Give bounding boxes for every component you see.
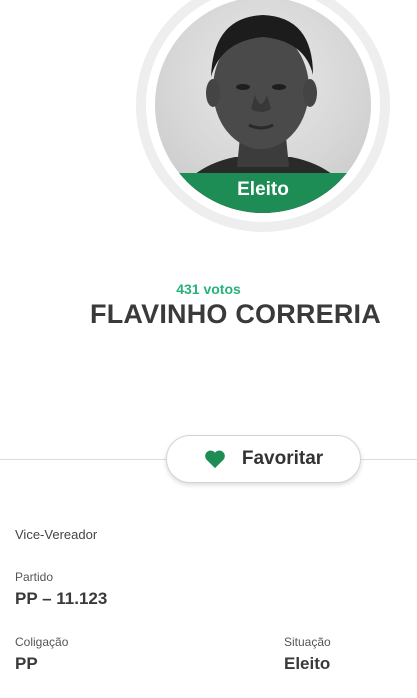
votes-count: 431 votos	[176, 281, 241, 297]
situation-label: Situação	[284, 635, 331, 649]
candidate-role: Vice-Vereador	[15, 527, 98, 542]
coalition-value: PP	[15, 654, 38, 673]
favorite-button[interactable]: Favoritar	[166, 435, 361, 483]
favorite-label: Favoritar	[241, 448, 324, 469]
candidate-name: FLAVINHO CORRERIA	[90, 299, 381, 329]
status-badge: Eleito	[155, 173, 371, 213]
party-label: Partido	[15, 570, 54, 584]
heart-icon	[205, 450, 225, 469]
party-value: PP – 11.123	[15, 589, 108, 608]
candidate-photo: Eleito	[155, 0, 371, 213]
coalition-label: Coligação	[15, 635, 69, 649]
situation-value: Eleito	[284, 654, 331, 673]
